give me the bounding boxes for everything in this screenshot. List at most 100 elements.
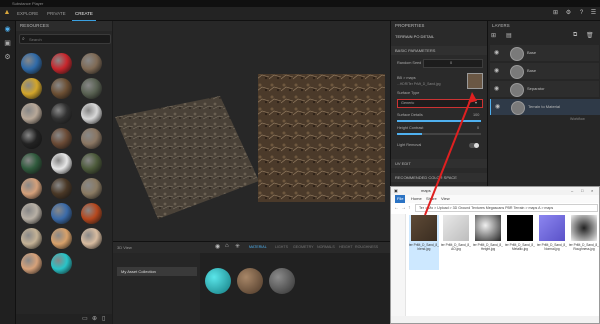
add-layer-icon[interactable]: ⊞ bbox=[491, 32, 496, 39]
render-icon[interactable]: ⌂ bbox=[225, 243, 229, 249]
viewport-3d[interactable] bbox=[113, 21, 390, 241]
material-sphere[interactable] bbox=[51, 153, 72, 174]
menu-home[interactable]: Home bbox=[411, 195, 422, 203]
folder-layer-icon[interactable]: ▤ bbox=[506, 32, 512, 39]
material-sphere[interactable] bbox=[51, 203, 72, 224]
viewport-canvas bbox=[115, 74, 385, 219]
maximize-icon[interactable]: □ bbox=[581, 187, 583, 195]
file-item[interactable]: ter PrMt_D_Sand_8_Normal.jpg bbox=[537, 215, 567, 270]
library-icon[interactable]: ▣ bbox=[3, 39, 12, 48]
light-icon[interactable]: ✳ bbox=[235, 243, 240, 250]
file-item[interactable]: ter PrMt_D_Sand_8_Metallic.jpg bbox=[505, 215, 535, 270]
light-removal-toggle[interactable] bbox=[469, 143, 479, 148]
layer-name: Base bbox=[527, 50, 537, 55]
file-name: ter PrMt_D_Sand_8_AO.jpg bbox=[441, 243, 471, 251]
material-sphere[interactable] bbox=[51, 253, 72, 274]
material-sphere[interactable] bbox=[51, 128, 72, 149]
tab-explore[interactable]: EXPLORE bbox=[14, 7, 41, 20]
eye-icon[interactable]: ◉ bbox=[494, 67, 499, 74]
material-sphere[interactable] bbox=[21, 203, 42, 224]
material-sphere[interactable] bbox=[51, 53, 72, 74]
trash-icon[interactable]: 🗑 bbox=[586, 32, 594, 39]
collection-item[interactable]: My Asset Collection bbox=[117, 267, 197, 276]
material-sphere[interactable] bbox=[21, 78, 42, 99]
layer-thumbnail bbox=[511, 101, 525, 115]
material-sphere[interactable] bbox=[81, 53, 102, 74]
random-seed-field[interactable]: 0 bbox=[423, 59, 483, 68]
delete-icon[interactable]: ▯ bbox=[102, 315, 105, 322]
surface-details-slider[interactable] bbox=[397, 120, 481, 122]
tab-create[interactable]: CREATE bbox=[72, 7, 96, 21]
section-basic-parameters[interactable]: BASIC PARAMETERS bbox=[391, 46, 487, 55]
search-box[interactable]: ⌕ bbox=[19, 34, 111, 44]
material-sphere[interactable] bbox=[81, 203, 102, 224]
mode-geometry[interactable]: GEOMETRY bbox=[293, 242, 314, 253]
material-sphere[interactable] bbox=[81, 228, 102, 249]
material-sphere[interactable] bbox=[21, 103, 42, 124]
mode-height[interactable]: HEIGHT bbox=[339, 242, 353, 253]
material-sphere[interactable] bbox=[51, 228, 72, 249]
forward-icon[interactable]: → bbox=[401, 204, 406, 212]
gear-icon[interactable]: ⚙ bbox=[3, 53, 12, 62]
resources-icon[interactable]: ◉ bbox=[3, 25, 12, 34]
map-thumbnail[interactable] bbox=[467, 73, 483, 89]
material-sphere[interactable] bbox=[21, 128, 42, 149]
material-sphere[interactable] bbox=[81, 178, 102, 199]
share-icon[interactable]: ⊞ bbox=[552, 10, 559, 17]
menu-view[interactable]: View bbox=[441, 195, 450, 203]
material-sphere[interactable] bbox=[81, 153, 102, 174]
file-item[interactable]: ter PrMt_D_Sand_8_Height.jpg bbox=[473, 215, 503, 270]
eye-icon[interactable]: ◉ bbox=[495, 103, 500, 110]
material-sphere[interactable] bbox=[81, 78, 102, 99]
file-item[interactable]: ter PrMt_D_Sand_8_AO.jpg bbox=[441, 215, 471, 270]
menu-share[interactable]: Share bbox=[426, 195, 437, 203]
search-input[interactable] bbox=[29, 35, 107, 43]
file-item[interactable]: ter PrMt_D_Sand_8_blend.jpg bbox=[409, 215, 439, 270]
material-sphere[interactable] bbox=[21, 253, 42, 274]
material-sphere[interactable] bbox=[51, 103, 72, 124]
settings-icon[interactable]: ⚙ bbox=[565, 10, 572, 17]
material-sphere[interactable] bbox=[51, 78, 72, 99]
surface-type-select[interactable]: Generic ▾ bbox=[397, 99, 483, 108]
folder-icon[interactable]: ▭ bbox=[82, 315, 88, 322]
mode-material[interactable]: MATERIAL bbox=[249, 242, 267, 253]
map-label: BB > maps bbox=[397, 76, 416, 80]
section-color-space[interactable]: RECOMMENDED COLOR SPACE bbox=[391, 173, 487, 182]
file-name: ter PrMt_D_Sand_8_Normal.jpg bbox=[537, 243, 567, 251]
section-uv-edit[interactable]: UV EDIT bbox=[391, 159, 487, 168]
eye-icon[interactable]: ◉ bbox=[494, 49, 499, 56]
mode-lights[interactable]: LIGHTS bbox=[275, 242, 288, 253]
menu-file[interactable]: File bbox=[395, 195, 406, 203]
material-sphere[interactable] bbox=[51, 178, 72, 199]
add-icon[interactable]: ⊕ bbox=[92, 315, 97, 322]
material-sphere[interactable] bbox=[81, 103, 102, 124]
surface-details-label: Surface Details bbox=[397, 113, 423, 117]
eye-icon[interactable]: ◉ bbox=[494, 85, 499, 92]
collection-material-3[interactable] bbox=[269, 268, 295, 294]
back-icon[interactable]: ← bbox=[394, 204, 399, 212]
layer-item[interactable]: ◉ Separator bbox=[490, 81, 599, 97]
material-sphere[interactable] bbox=[81, 128, 102, 149]
mode-normals[interactable]: NORMALS bbox=[317, 242, 335, 253]
layer-item[interactable]: ◉ Base bbox=[490, 63, 599, 79]
layer-item-selected[interactable]: ◉ Terrain to Material bbox=[490, 99, 600, 115]
collection-material-2[interactable] bbox=[237, 268, 263, 294]
height-contrast-slider[interactable] bbox=[397, 133, 481, 135]
material-sphere[interactable] bbox=[21, 178, 42, 199]
file-item[interactable]: ter PrMt_D_Sand_8_Roughness.jpg bbox=[569, 215, 599, 270]
address-bar[interactable]: Ter > Mo > Upload > 3D Ground Textures M… bbox=[415, 204, 598, 212]
minimize-icon[interactable]: – bbox=[571, 187, 573, 195]
account-icon[interactable]: ☰ bbox=[590, 10, 597, 17]
collection-material-1[interactable] bbox=[205, 268, 231, 294]
up-icon[interactable]: ↑ bbox=[408, 204, 411, 212]
close-icon[interactable]: × bbox=[591, 187, 593, 195]
tab-private[interactable]: PRIVATE bbox=[44, 7, 69, 20]
material-sphere[interactable] bbox=[21, 228, 42, 249]
material-sphere[interactable] bbox=[21, 153, 42, 174]
title-bar: Substance Player bbox=[0, 0, 600, 7]
help-icon[interactable]: ? bbox=[578, 10, 585, 17]
duplicate-icon[interactable]: ⧉ bbox=[573, 32, 577, 39]
camera-icon[interactable]: ◉ bbox=[215, 243, 220, 250]
material-sphere[interactable] bbox=[21, 53, 42, 74]
layer-item[interactable]: ◉ Base bbox=[490, 45, 599, 61]
